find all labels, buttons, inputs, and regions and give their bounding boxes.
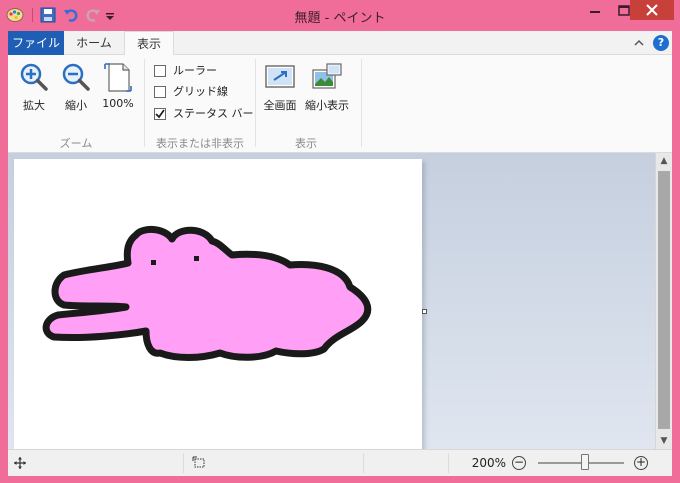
fullscreen-button[interactable]: 全画面 (258, 59, 302, 121)
fullscreen-icon (265, 65, 295, 88)
drawing-canvas[interactable] (14, 159, 422, 449)
pink-blob-drawing (42, 226, 372, 361)
status-bar: 200% − + (8, 449, 672, 476)
statusbar-separator (363, 453, 364, 473)
scroll-down-arrow-icon[interactable]: ▼ (656, 433, 672, 449)
zoom-in-label: 拡大 (23, 99, 45, 112)
zoom-in-button[interactable]: 拡大 (12, 59, 56, 121)
checkmark-icon (155, 109, 165, 119)
ruler-checkbox-box (154, 65, 166, 77)
ribbon-view-panel: 拡大 縮小 100% ズーム ルーラー グリッド線 ステータス バー 表示または… (8, 55, 672, 153)
tab-view[interactable]: 表示 (124, 31, 174, 56)
canvas-workspace (8, 153, 655, 449)
zoom-group-label: ズーム (59, 137, 93, 150)
display-group-label: 表示 (295, 137, 317, 150)
zoom-out-icon (62, 63, 90, 91)
ruler-label: ルーラー (173, 64, 217, 77)
statusbar-separator (183, 453, 184, 473)
zoom-in-icon (20, 63, 48, 91)
thumbnail-label: 縮小表示 (305, 99, 349, 112)
blob-eye-right (194, 256, 199, 261)
window-title: 無題 - ペイント (294, 11, 386, 26)
zoom-in-small-icon[interactable]: + (634, 456, 648, 470)
thumbnail-icon (312, 63, 342, 89)
zoom-out-label: 縮小 (65, 99, 87, 112)
group-separator (255, 59, 256, 147)
selection-size-icon (192, 456, 205, 468)
fullscreen-label: 全画面 (263, 99, 297, 112)
cursor-position-icon (14, 457, 26, 469)
minimize-button[interactable] (580, 0, 610, 22)
show-hide-group-label: 表示または非表示 (156, 137, 244, 150)
paint-window: 無題 - ペイント ファイル ホーム 表示 ? 拡大 縮小 100% ズーム ル… (0, 0, 680, 483)
blob-eye-left (151, 260, 156, 265)
gridlines-checkbox-box (154, 86, 166, 98)
ribbon-tab-bar: ファイル ホーム 表示 ? (8, 31, 672, 56)
close-button[interactable] (630, 0, 674, 20)
group-separator (361, 59, 362, 147)
chevron-up-icon[interactable] (633, 37, 645, 49)
title-bar: 無題 - ペイント (0, 0, 680, 31)
zoom-out-button[interactable]: 縮小 (56, 59, 96, 121)
help-icon[interactable]: ? (653, 35, 669, 51)
statusbar-label: ステータス バー (173, 107, 254, 120)
group-separator (144, 59, 145, 147)
page-100-icon (104, 63, 132, 92)
thumbnail-button[interactable]: 縮小表示 (302, 59, 352, 121)
zoom-100-button[interactable]: 100% (98, 59, 138, 121)
vertical-scrollbar[interactable]: ▲ ▼ (655, 153, 672, 449)
zoom-percentage: 200% (471, 456, 506, 470)
statusbar-separator (448, 453, 449, 473)
zoom-out-small-icon[interactable]: − (512, 456, 526, 470)
tab-file[interactable]: ファイル (8, 31, 64, 55)
gridlines-label: グリッド線 (173, 85, 228, 98)
scroll-up-arrow-icon[interactable]: ▲ (656, 153, 672, 169)
zoom-slider-thumb[interactable] (581, 454, 590, 470)
canvas-resize-handle[interactable] (422, 309, 427, 314)
statusbar-checkbox-box (154, 108, 166, 120)
zoom-100-label: 100% (102, 97, 134, 110)
tab-home[interactable]: ホーム (64, 31, 124, 55)
scrollbar-thumb[interactable] (658, 171, 670, 429)
